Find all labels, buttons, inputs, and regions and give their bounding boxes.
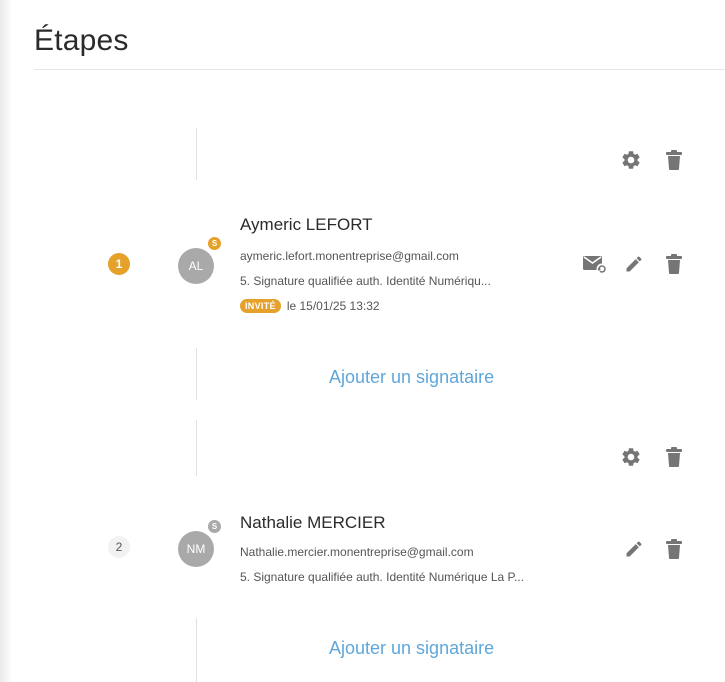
resend-mail-icon[interactable] xyxy=(582,253,608,275)
signature-type: 5. Signature qualifiée auth. Identité Nu… xyxy=(240,570,524,584)
signature-type: 5. Signature qualifiée auth. Identité Nu… xyxy=(240,274,491,288)
delete-signer-trash-icon[interactable] xyxy=(663,538,685,560)
step-connector xyxy=(196,618,197,682)
avatar: AL xyxy=(178,248,214,284)
status-date: le 15/01/25 13:32 xyxy=(286,299,380,313)
page-title: Étapes xyxy=(34,24,129,57)
step-1-settings-gear-icon[interactable] xyxy=(620,149,642,171)
step-connector xyxy=(196,348,197,400)
step-number-badge: 1 xyxy=(108,253,130,275)
delete-signer-trash-icon[interactable] xyxy=(663,253,685,275)
signer-email: Nathalie.mercier.monentreprise@gmail.com xyxy=(240,545,474,559)
add-signer-link[interactable]: Ajouter un signataire xyxy=(329,367,494,388)
step-1-delete-trash-icon[interactable] xyxy=(663,149,685,171)
add-signer-link[interactable]: Ajouter un signataire xyxy=(329,638,494,659)
step-connector xyxy=(196,128,197,180)
status-row: INVITÉ le 15/01/25 13:32 xyxy=(240,299,380,313)
signer-name: Aymeric LEFORT xyxy=(240,215,373,234)
signer-role-badge: S xyxy=(207,236,222,251)
step-number-badge: 2 xyxy=(108,536,130,558)
left-border xyxy=(0,0,12,682)
step-2-settings-gear-icon[interactable] xyxy=(620,446,642,468)
edit-pencil-icon[interactable] xyxy=(623,253,645,275)
signer-email: aymeric.lefort.monentreprise@gmail.com xyxy=(240,249,459,263)
avatar: NM xyxy=(178,531,214,567)
signer-role-badge: S xyxy=(207,519,222,534)
step-connector xyxy=(196,420,197,476)
status-badge: INVITÉ xyxy=(240,299,281,313)
step-2-delete-trash-icon[interactable] xyxy=(663,446,685,468)
title-divider xyxy=(34,69,725,70)
signer-name: Nathalie MERCIER xyxy=(240,513,386,532)
edit-pencil-icon[interactable] xyxy=(623,538,645,560)
